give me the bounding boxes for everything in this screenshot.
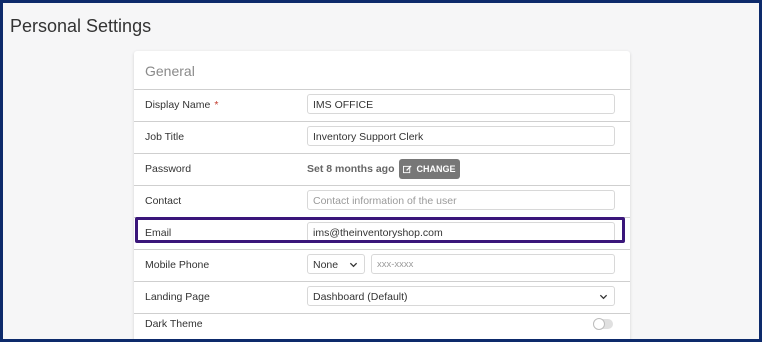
email-input[interactable]: ims@theinventoryshop.com [307, 222, 615, 242]
password-label: Password [145, 163, 192, 175]
contact-input[interactable]: Contact information of the user [307, 190, 615, 210]
row-landing-page: Landing Page Dashboard (Default) [134, 282, 630, 314]
display-name-input[interactable]: IMS OFFICE [307, 94, 615, 114]
mobile-phone-label: Mobile Phone [145, 259, 210, 271]
contact-label: Contact [145, 195, 182, 207]
dark-theme-label: Dark Theme [145, 318, 203, 330]
dark-theme-toggle[interactable] [593, 318, 613, 330]
chevron-down-icon [349, 262, 358, 268]
row-mobile-phone: Mobile Phone None xxx-xxxx [134, 250, 630, 282]
edit-icon [403, 164, 413, 173]
email-label: Email [145, 227, 172, 239]
card-header: General [134, 51, 630, 90]
window-frame: Personal Settings General Display Name * … [3, 3, 759, 339]
job-title-label: Job Title [145, 131, 185, 143]
required-mark: * [214, 99, 219, 111]
row-display-name: Display Name * IMS OFFICE [134, 90, 630, 122]
page-title: Personal Settings [10, 16, 152, 36]
country-code-select[interactable]: None [307, 254, 365, 274]
row-contact: Contact Contact information of the user [134, 186, 630, 218]
row-email: Email ims@theinventoryshop.com [134, 218, 630, 250]
chevron-down-icon [599, 294, 608, 300]
job-title-input[interactable]: Inventory Support Clerk [307, 126, 615, 146]
password-status: Set 8 months ago [307, 163, 395, 175]
landing-page-value: Dashboard (Default) [313, 291, 408, 303]
country-code-value: None [313, 259, 339, 271]
phone-number-input[interactable]: xxx-xxxx [371, 254, 615, 274]
section-title: General [145, 63, 195, 79]
row-dark-theme: Dark Theme [134, 314, 630, 339]
change-password-button[interactable]: CHANGE [399, 159, 460, 179]
row-job-title: Job Title Inventory Support Clerk [134, 122, 630, 154]
toggle-knob [593, 318, 605, 330]
landing-page-label: Landing Page [145, 291, 210, 303]
change-button-label: CHANGE [416, 164, 456, 174]
row-password: Password Set 8 months ago CHANGE [134, 154, 630, 186]
display-name-label: Display Name * [145, 99, 219, 111]
settings-card: General Display Name * IMS OFFICE Job Tit… [134, 51, 630, 339]
landing-page-select[interactable]: Dashboard (Default) [307, 286, 615, 306]
